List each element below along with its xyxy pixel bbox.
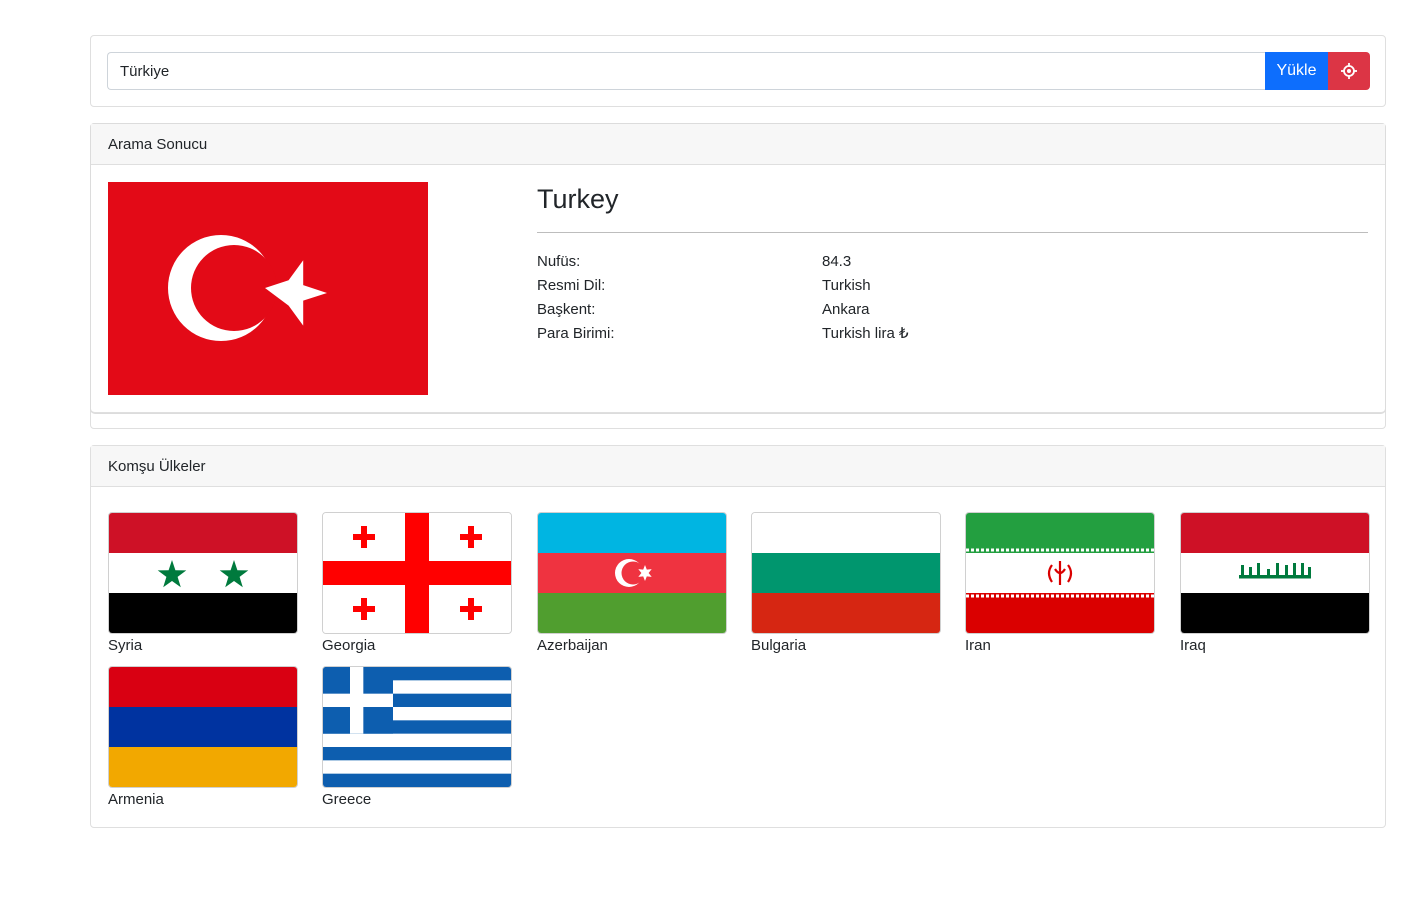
load-button[interactable]: Yükle	[1265, 52, 1328, 90]
search-card: Yükle	[90, 35, 1386, 107]
population-value: 84.3	[822, 253, 852, 270]
neighbor-name: Georgia	[322, 637, 376, 654]
neighbor-name: Armenia	[108, 791, 164, 808]
capital-row: Başkent: Ankara	[537, 298, 1368, 322]
search-input[interactable]	[107, 52, 1265, 90]
result-header: Arama Sonucu	[91, 124, 1385, 165]
currency-value: Turkish lira ₺	[822, 325, 909, 342]
language-value: Turkish	[822, 277, 871, 294]
iran-flag-image[interactable]	[965, 512, 1155, 634]
capital-label: Başkent:	[537, 301, 596, 318]
neighbor-name: Greece	[322, 791, 372, 808]
result-outer-card: Arama Sonucu Turkey Nufüs: 84.3 Resmi Di…	[90, 123, 1386, 429]
neighbor-name: Iran	[965, 637, 991, 654]
azerbaijan-flag-image[interactable]	[537, 512, 727, 634]
result-card: Arama Sonucu Turkey Nufüs: 84.3 Resmi Di…	[91, 124, 1385, 413]
armenia-flag-image[interactable]	[108, 666, 298, 788]
locate-button[interactable]	[1328, 52, 1370, 90]
neighbor-name: Syria	[108, 637, 143, 654]
currency-row: Para Birimi: Turkish lira ₺	[537, 322, 1368, 346]
currency-label: Para Birimi:	[537, 325, 615, 342]
turkey-flag-image	[108, 182, 428, 395]
divider	[537, 232, 1368, 233]
bulgaria-flag-image[interactable]	[751, 512, 941, 634]
capital-value: Ankara	[822, 301, 870, 318]
neighbors-card: Komşu Ülkeler Syria Georgia Azerbaijan B…	[90, 445, 1386, 828]
country-name: Turkey	[537, 184, 619, 214]
language-label: Resmi Dil:	[537, 277, 606, 294]
neighbor-name: Bulgaria	[751, 637, 807, 654]
population-row: Nufüs: 84.3	[537, 250, 1368, 274]
language-row: Resmi Dil: Turkish	[537, 274, 1368, 298]
neighbor-name: Iraq	[1180, 637, 1206, 654]
crosshair-icon	[1340, 62, 1358, 80]
neighbor-name: Azerbaijan	[537, 637, 608, 654]
population-label: Nufüs:	[537, 253, 581, 270]
syria-flag-image[interactable]	[108, 512, 298, 634]
iraq-flag-image[interactable]	[1180, 512, 1370, 634]
neighbors-header: Komşu Ülkeler	[91, 446, 1385, 487]
georgia-flag-image[interactable]	[322, 512, 512, 634]
greece-flag-image[interactable]	[322, 666, 512, 788]
